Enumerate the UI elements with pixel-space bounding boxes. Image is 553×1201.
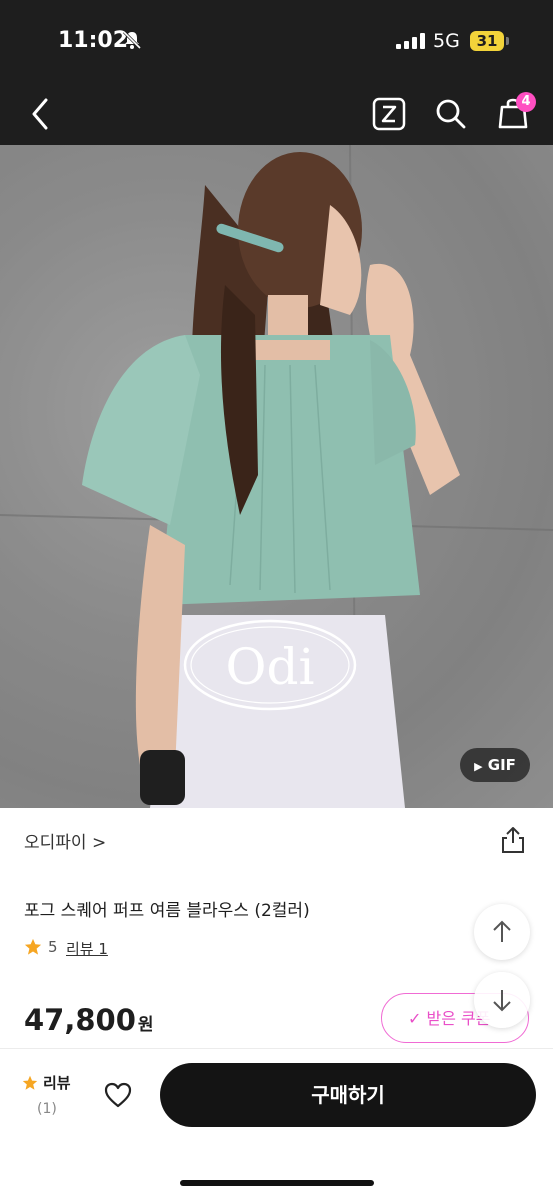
odi-brand-logo: Odi <box>182 618 358 712</box>
zigzag-home-button[interactable] <box>372 97 406 135</box>
product-title: 포그 스퀘어 퍼프 여름 블라우스 (2컬러) <box>24 901 310 921</box>
scroll-bottom-button[interactable] <box>474 972 530 1028</box>
brand-link[interactable]: 오디파이 > <box>24 828 106 853</box>
top-bar <box>0 0 553 145</box>
gif-play-badge[interactable]: ▶ GIF <box>460 748 530 782</box>
arrow-up-icon <box>493 920 511 942</box>
home-indicator <box>180 1180 374 1186</box>
gif-label: GIF <box>487 756 516 774</box>
signal-icon <box>396 33 426 53</box>
share-icon <box>502 827 524 853</box>
price-value: 47,800 <box>24 1003 136 1037</box>
network-label: 5G <box>433 30 460 52</box>
z-logo-icon <box>372 97 406 131</box>
cart-count-badge: 4 <box>516 92 536 112</box>
buy-button[interactable]: 구매하기 <box>160 1063 536 1127</box>
bell-muted-icon <box>122 30 142 54</box>
battery-indicator: 31 <box>470 31 504 51</box>
heart-icon <box>104 1082 132 1108</box>
search-button[interactable] <box>434 97 468 135</box>
price: 47,800 원 <box>24 1003 154 1037</box>
battery-tip <box>506 37 509 45</box>
play-icon: ▶ <box>474 760 483 773</box>
chevron-left-icon <box>32 98 48 130</box>
wishlist-button[interactable] <box>104 1082 132 1112</box>
scroll-top-button[interactable] <box>474 904 530 960</box>
review-link[interactable]: 리뷰 1 <box>66 938 108 959</box>
star-icon <box>24 938 42 960</box>
share-button[interactable] <box>500 826 526 858</box>
review-star-icon <box>22 1075 38 1095</box>
price-unit: 원 <box>137 1015 154 1035</box>
back-button[interactable] <box>26 96 56 132</box>
bottom-review-count: (1) <box>37 1101 57 1117</box>
logo-text: Odi <box>226 638 315 696</box>
bottom-review-label[interactable]: 리뷰 <box>43 1072 71 1093</box>
rating-value: 5 <box>48 938 58 956</box>
arrow-down-icon <box>493 990 511 1012</box>
status-time: 11:02 <box>58 28 129 53</box>
search-icon <box>436 99 466 129</box>
